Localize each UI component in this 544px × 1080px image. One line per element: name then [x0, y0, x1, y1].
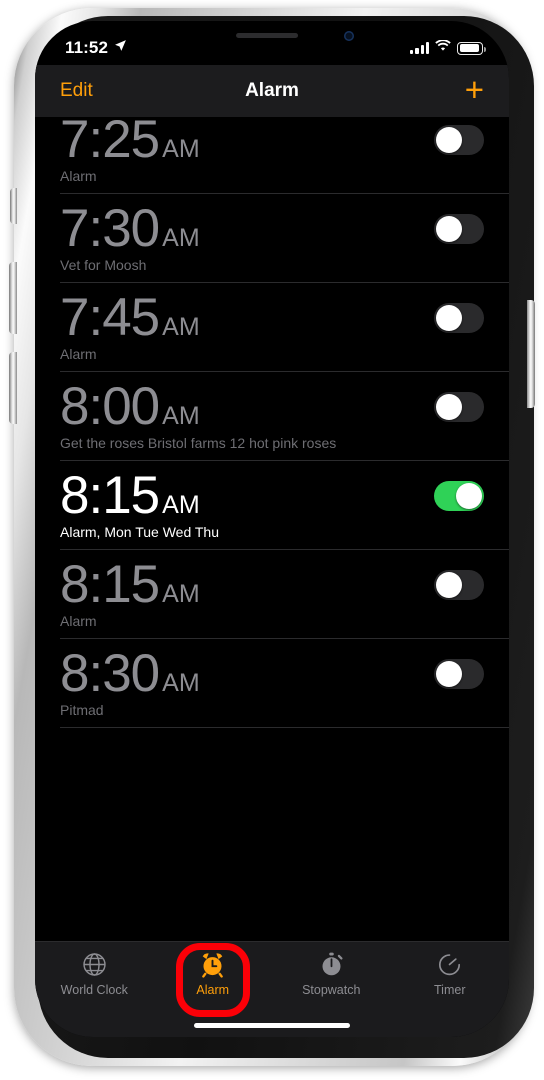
alarm-row[interactable]: 7:30 AM Vet for Moosh — [35, 194, 509, 284]
tab-timer[interactable]: Timer — [396, 950, 504, 997]
alarm-row-main: 8:30 AM — [60, 647, 484, 701]
notch — [168, 21, 376, 51]
cellular-signal-icon — [410, 42, 429, 54]
status-bar-right — [410, 39, 486, 57]
navigation-bar: Edit Alarm + — [35, 65, 509, 117]
alarm-label: Vet for Moosh — [60, 257, 147, 274]
alarm-time: 8:30 AM — [60, 647, 200, 701]
power-button[interactable] — [527, 300, 535, 408]
alarm-toggle[interactable] — [434, 214, 484, 245]
alarm-row-main: 7:45 AM — [60, 291, 484, 345]
alarm-ampm: AM — [162, 491, 200, 520]
phone-screen: 11:52 Edit Alarm + 7:25 AM Alarm 7:30 AM… — [35, 21, 509, 1037]
tab-label: Alarm — [196, 983, 230, 997]
alarm-row-main: 7:25 AM — [60, 117, 484, 167]
volume-up-button[interactable] — [9, 262, 17, 334]
alarm-ampm: AM — [162, 669, 200, 698]
tab-world-clock[interactable]: World Clock — [40, 950, 148, 997]
wifi-icon — [435, 39, 451, 57]
alarm-row[interactable]: 8:00 AM Get the roses Bristol farms 12 h… — [35, 372, 509, 462]
alarm-ampm: AM — [162, 402, 200, 431]
alarm-row-main: 8:15 AM — [60, 558, 484, 612]
front-camera-icon — [344, 31, 354, 41]
alarm-label: Alarm, Mon Tue Wed Thu — [60, 524, 219, 541]
alarm-ampm: AM — [162, 580, 200, 609]
tab-label: Timer — [434, 983, 466, 997]
alarm-label: Alarm — [60, 346, 97, 363]
alarm-time: 7:30 AM — [60, 199, 200, 259]
tab-label: World Clock — [60, 983, 128, 997]
screenshot-root: 11:52 Edit Alarm + 7:25 AM Alarm 7:30 AM… — [0, 0, 544, 1080]
row-separator — [60, 727, 509, 729]
alarm-label: Get the roses Bristol farms 12 hot pink … — [60, 435, 337, 452]
alarm-row-main: 7:30 AM — [60, 199, 484, 259]
alarm-row[interactable]: 8:15 AM Alarm — [35, 550, 509, 640]
alarm-toggle[interactable] — [434, 570, 484, 601]
alarm-toggle[interactable] — [434, 659, 484, 690]
alarm-time: 8:15 AM — [60, 469, 200, 523]
edit-button[interactable]: Edit — [60, 80, 93, 102]
alarm-toggle[interactable] — [434, 392, 484, 423]
mute-switch-button[interactable] — [10, 188, 17, 224]
alarm-time-value: 7:45 — [60, 288, 160, 348]
alarm-time-value: 8:15 — [60, 466, 160, 526]
earpiece-speaker-icon — [236, 33, 299, 38]
add-alarm-button[interactable]: + — [465, 73, 484, 106]
alarm-time-value: 7:30 — [60, 199, 160, 259]
alarm-row[interactable]: 8:30 AM Pitmad — [35, 639, 509, 729]
alarm-time-value: 8:15 — [60, 555, 160, 615]
location-arrow-icon — [114, 39, 127, 57]
alarm-time-value: 7:25 — [60, 117, 160, 169]
alarm-toggle[interactable] — [434, 125, 484, 156]
alarm-clock-icon — [199, 950, 226, 979]
globe-icon — [81, 950, 108, 979]
home-indicator[interactable] — [194, 1023, 350, 1028]
alarm-row[interactable]: 7:25 AM Alarm — [35, 117, 509, 195]
volume-down-button[interactable] — [9, 352, 17, 424]
alarm-toggle[interactable] — [434, 481, 484, 512]
timer-icon — [436, 950, 463, 979]
alarm-label: Pitmad — [60, 702, 104, 719]
battery-icon — [457, 41, 486, 55]
alarm-time: 7:45 AM — [60, 291, 200, 345]
tab-stopwatch[interactable]: Stopwatch — [277, 950, 385, 997]
tab-label: Stopwatch — [302, 983, 361, 997]
alarm-time: 8:00 AM — [60, 380, 200, 434]
alarm-ampm: AM — [162, 224, 200, 253]
alarm-list[interactable]: 7:25 AM Alarm 7:30 AM Vet for Moosh 7:45… — [35, 117, 509, 941]
alarm-label: Alarm — [60, 168, 97, 185]
alarm-row[interactable]: 7:45 AM Alarm — [35, 283, 509, 373]
alarm-label: Alarm — [60, 613, 97, 630]
alarm-row-main: 8:15 AM — [60, 469, 484, 523]
alarm-time: 8:15 AM — [60, 558, 200, 612]
alarm-time: 7:25 AM — [60, 117, 200, 167]
alarm-ampm: AM — [162, 135, 200, 163]
alarm-time-value: 8:00 — [60, 377, 160, 437]
alarm-time-value: 8:30 — [60, 644, 160, 704]
page-title: Alarm — [245, 80, 299, 101]
status-bar-left: 11:52 — [65, 38, 127, 58]
alarm-ampm: AM — [162, 313, 200, 342]
alarm-row-main: 8:00 AM — [60, 380, 484, 434]
alarm-row[interactable]: 8:15 AM Alarm, Mon Tue Wed Thu — [35, 461, 509, 551]
stopwatch-icon — [318, 950, 345, 979]
status-time: 11:52 — [65, 38, 109, 57]
alarm-toggle[interactable] — [434, 303, 484, 334]
tab-alarm[interactable]: Alarm — [159, 943, 267, 1017]
